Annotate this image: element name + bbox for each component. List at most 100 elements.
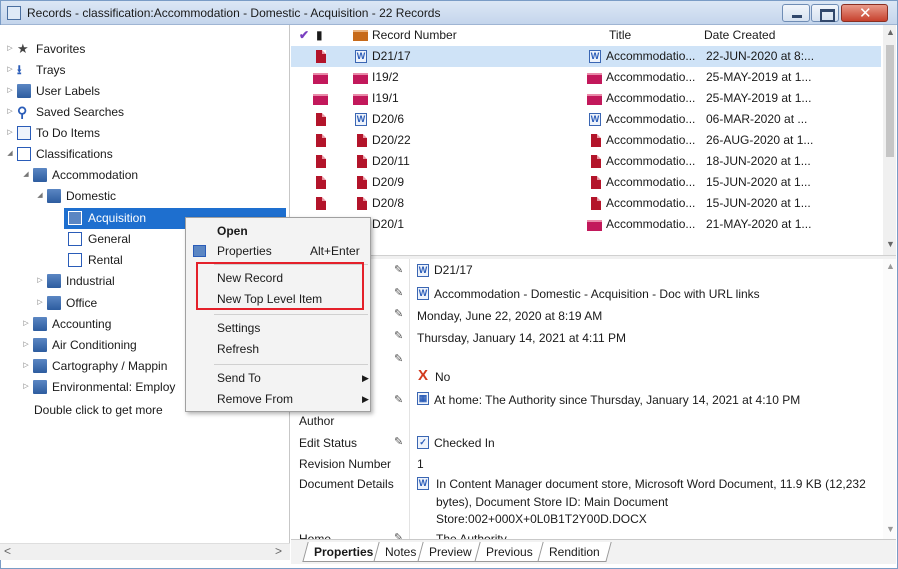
edit-pencil-icon[interactable]: ✎ <box>394 286 403 299</box>
word-doc-icon: W <box>417 264 429 277</box>
tab-rendition[interactable]: Rendition <box>537 542 612 562</box>
edit-pencil-icon[interactable]: ✎ <box>394 329 403 342</box>
container-icon <box>313 73 328 84</box>
menu-label: Send To <box>217 371 261 385</box>
folder-icon <box>47 274 61 288</box>
header-label: Record Number <box>372 28 457 42</box>
menu-item-open[interactable]: Open <box>186 220 370 242</box>
property-enclosed: No <box>435 370 451 384</box>
property-record-number: D21/17 <box>434 263 473 277</box>
tree-item-label: Air Conditioning <box>52 338 137 352</box>
expand-arrow-icon[interactable]: ▷ <box>22 377 30 397</box>
tree-horizontal-scrollbar[interactable]: < > <box>0 543 290 560</box>
location-icon: ▦ <box>417 392 429 405</box>
submenu-arrow-icon: ▶ <box>362 394 369 404</box>
record-date: 25-MAY-2019 at 1... <box>706 70 812 84</box>
menu-item-refresh[interactable]: Refresh <box>186 338 370 360</box>
record-row[interactable]: W D20/6 W Accommodatio... 06-MAR-2020 at… <box>291 109 881 130</box>
tab-previous[interactable]: Previous <box>474 542 545 562</box>
record-icon <box>316 113 326 126</box>
app-icon <box>7 6 21 20</box>
container-icon <box>587 94 602 105</box>
edit-pencil-icon[interactable]: ✎ <box>394 307 403 320</box>
pin-column-icon[interactable]: ▮ <box>316 25 323 45</box>
record-date: 21-MAY-2020 at 1... <box>706 217 812 231</box>
tree-hint[interactable]: Double click to get more <box>34 400 163 420</box>
list-vertical-scrollbar[interactable]: ▲ ▼ <box>883 25 896 255</box>
record-icon <box>357 176 367 189</box>
record-row[interactable]: I19/2 Accommodatio... 25-MAY-2019 at 1..… <box>291 67 881 88</box>
scroll-up-icon[interactable]: ▲ <box>886 261 895 271</box>
scrollbar-thumb[interactable] <box>886 45 894 157</box>
minimize-button[interactable] <box>782 4 810 22</box>
collapse-arrow-icon[interactable]: ◢ <box>36 186 44 206</box>
title-bar[interactable]: Records - classification:Accommodation -… <box>1 1 897 25</box>
label-edit-status: Edit Status <box>299 436 358 450</box>
record-date: 15-JUN-2020 at 1... <box>706 196 811 210</box>
collapse-arrow-icon[interactable]: ◢ <box>6 144 14 164</box>
expand-arrow-icon[interactable]: ▷ <box>6 39 14 59</box>
close-button[interactable]: ✕ <box>841 4 888 22</box>
tree-item-label: Trays <box>36 63 66 77</box>
scroll-left-icon[interactable]: < <box>4 544 11 558</box>
menu-separator <box>214 364 368 365</box>
edit-pencil-icon[interactable]: ✎ <box>394 531 403 539</box>
menu-item-send-to[interactable]: Send To ▶ <box>186 367 370 389</box>
edit-pencil-icon[interactable]: ✎ <box>394 263 403 276</box>
properties-scrollbar[interactable]: ▲ ▼ <box>883 259 896 539</box>
record-row[interactable]: I19/1 Accommodatio... 25-MAY-2019 at 1..… <box>291 88 881 109</box>
edit-pencil-icon[interactable]: ✎ <box>394 352 403 365</box>
menu-item-properties[interactable]: Properties Alt+Enter <box>186 240 370 262</box>
container-icon <box>587 220 602 231</box>
expand-arrow-icon[interactable]: ▷ <box>6 123 14 143</box>
record-icon <box>591 155 601 168</box>
record-date: 15-JUN-2020 at 1... <box>706 175 811 189</box>
record-row[interactable]: D20/9 Accommodatio... 15-JUN-2020 at 1..… <box>291 172 881 193</box>
record-row[interactable]: W D21/17 W Accommodatio... 22-JUN-2020 a… <box>291 46 881 67</box>
header-date-created[interactable]: Date Created <box>704 25 775 45</box>
edit-pencil-icon[interactable]: ✎ <box>394 435 403 448</box>
tree-item-label: Cartography / Mappin <box>52 359 168 373</box>
checkmark-column-icon[interactable]: ✔ <box>299 25 309 45</box>
edit-pencil-icon[interactable]: ✎ <box>394 393 403 406</box>
record-row[interactable]: D20/22 Accommodatio... 26-AUG-2020 at 1.… <box>291 130 881 151</box>
record-icon <box>591 176 601 189</box>
record-row[interactable]: D20/1 Accommodatio... 21-MAY-2020 at 1..… <box>291 214 881 235</box>
collapse-arrow-icon[interactable]: ◢ <box>22 165 30 185</box>
record-icon <box>316 50 326 63</box>
expand-arrow-icon[interactable]: ▷ <box>22 335 30 355</box>
label-icon <box>17 84 31 98</box>
expand-arrow-icon[interactable]: ▷ <box>6 102 14 122</box>
scroll-right-icon[interactable]: > <box>275 544 282 558</box>
expand-arrow-icon[interactable]: ▷ <box>36 271 44 291</box>
word-doc-icon: W <box>355 50 367 63</box>
tab-properties[interactable]: Properties <box>302 542 386 562</box>
header-title[interactable]: Title <box>609 25 631 45</box>
property-date-registered: Thursday, January 14, 2021 at 4:11 PM <box>417 331 627 345</box>
expand-arrow-icon[interactable]: ▷ <box>22 314 30 334</box>
folder-icon <box>47 189 61 203</box>
scroll-down-icon[interactable]: ▼ <box>886 239 895 249</box>
record-row[interactable]: D20/8 Accommodatio... 15-JUN-2020 at 1..… <box>291 193 881 214</box>
tab-preview[interactable]: Preview <box>417 542 484 562</box>
expand-arrow-icon[interactable]: ▷ <box>6 81 14 101</box>
record-row[interactable]: D20/11 Accommodatio... 18-JUN-2020 at 1.… <box>291 151 881 172</box>
expand-arrow-icon[interactable]: ▷ <box>22 356 30 376</box>
record-icon <box>591 134 601 147</box>
menu-label: Refresh <box>217 342 260 356</box>
record-date: 06-MAR-2020 at ... <box>706 112 808 126</box>
expand-arrow-icon[interactable]: ▷ <box>6 60 14 80</box>
menu-item-settings[interactable]: Settings <box>186 317 370 339</box>
scroll-up-icon[interactable]: ▲ <box>886 27 895 37</box>
record-number: D21/17 <box>372 49 411 63</box>
tree-item-label: Acquisition <box>88 211 147 225</box>
maximize-button[interactable] <box>811 4 839 22</box>
container-icon <box>353 94 368 105</box>
record-title: Accommodatio... <box>606 91 696 105</box>
record-date: 22-JUN-2020 at 8:... <box>706 49 815 63</box>
menu-item-remove-from[interactable]: Remove From ▶ <box>186 388 370 410</box>
expand-arrow-icon[interactable]: ▷ <box>36 293 44 313</box>
records-list[interactable]: ✔ ▮ Record Number Title Date Created W D… <box>291 25 896 255</box>
menu-shortcut: Alt+Enter <box>310 244 360 258</box>
scroll-down-icon[interactable]: ▼ <box>886 524 895 534</box>
